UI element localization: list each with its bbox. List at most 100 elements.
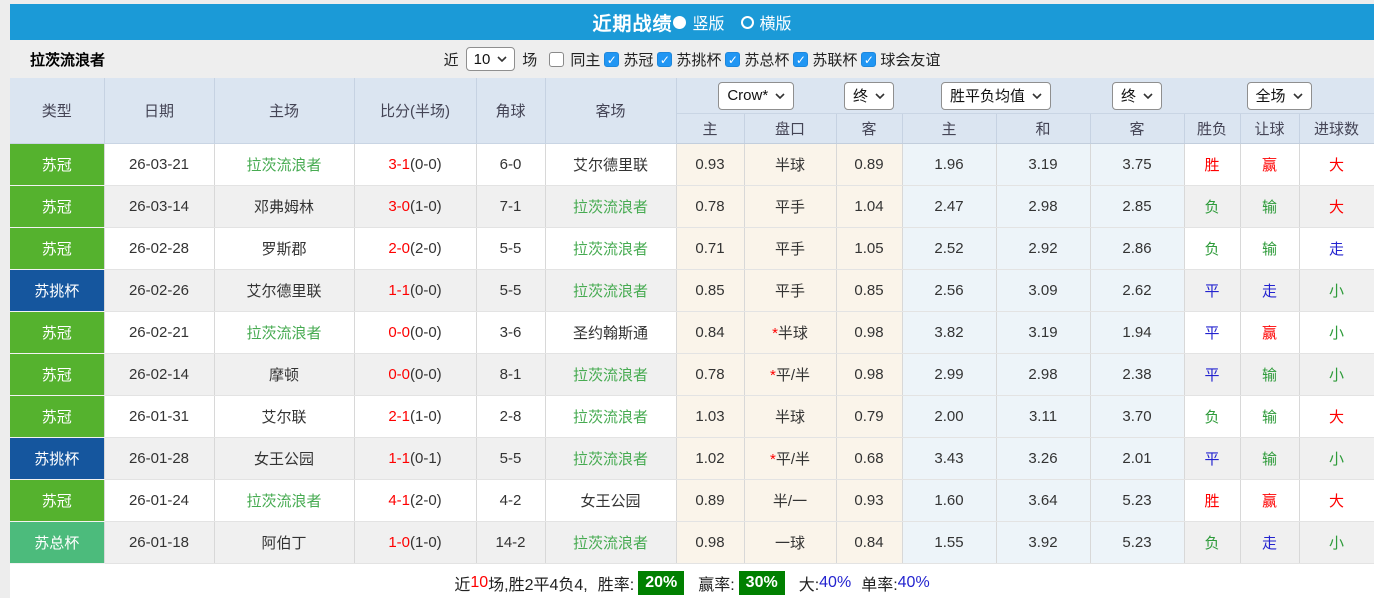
away-team: 拉茨流浪者	[545, 186, 676, 228]
same-home-checkbox[interactable]	[549, 52, 564, 67]
win-rate-label: 胜率:	[598, 571, 634, 595]
eu-away-odds: 2.01	[1090, 438, 1184, 480]
comp-checkbox-3[interactable]: ✓	[793, 52, 808, 67]
ah-line-cell: 半球	[744, 396, 836, 438]
goals-flag: 大	[1299, 480, 1374, 522]
comp-label-0: 苏冠	[623, 49, 653, 70]
ah-line: 平手	[775, 283, 805, 300]
eu-away-odds: 3.75	[1090, 144, 1184, 186]
score-half: (0-1)	[410, 450, 442, 467]
match-type-badge: 苏冠	[10, 144, 104, 186]
horizontal-layout-radio[interactable]	[741, 16, 754, 29]
comp-checkbox-2[interactable]: ✓	[725, 52, 740, 67]
home-team: 阿伯丁	[214, 522, 354, 564]
goals-flag: 走	[1299, 228, 1374, 270]
ah-line: 半/一	[773, 493, 807, 510]
score-half: (2-0)	[410, 492, 442, 509]
subcol-result: 胜负	[1184, 114, 1240, 144]
home-team: 艾尔联	[214, 396, 354, 438]
match-date: 26-02-14	[104, 354, 214, 396]
handicap-time-select[interactable]: 终	[844, 82, 894, 110]
ah-line-cell: 平手	[744, 186, 836, 228]
home-team: 摩顿	[214, 354, 354, 396]
eu-home-odds: 1.55	[902, 522, 996, 564]
table-row: 苏挑杯 26-02-26 艾尔德里联 1-1(0-0) 5-5 拉茨流浪者 0.…	[10, 270, 1374, 312]
scope-select[interactable]: 全场	[1247, 82, 1312, 110]
score-full: 3-0	[388, 198, 410, 215]
goals-flag: 小	[1299, 438, 1374, 480]
home-team: 艾尔德里联	[214, 270, 354, 312]
ah-away-odds: 0.68	[836, 438, 902, 480]
goals-flag: 大	[1299, 186, 1374, 228]
match-date: 26-01-31	[104, 396, 214, 438]
comp-label-4: 球会友谊	[880, 49, 940, 70]
ah-line: 半球	[775, 409, 805, 426]
handicap-flag: 输	[1240, 438, 1299, 480]
ah-home-odds: 0.78	[676, 186, 744, 228]
match-type-badge: 苏冠	[10, 228, 104, 270]
comp-checkbox-4[interactable]: ✓	[861, 52, 876, 67]
match-date: 26-03-21	[104, 144, 214, 186]
eu-draw-odds: 2.98	[996, 186, 1090, 228]
same-home-label: 同主	[570, 49, 600, 70]
eu-draw-odds: 3.26	[996, 438, 1090, 480]
ah-line: 一球	[775, 535, 805, 552]
corners: 2-8	[476, 396, 545, 438]
match-count-select[interactable]: 10	[466, 47, 516, 71]
score-full: 0-0	[388, 366, 410, 383]
eu-draw-odds: 3.09	[996, 270, 1090, 312]
score-full: 1-1	[388, 450, 410, 467]
euro-odds-type-select[interactable]: 胜平负均值	[941, 82, 1051, 110]
away-team: 拉茨流浪者	[545, 522, 676, 564]
score-cell: 3-0(1-0)	[354, 186, 476, 228]
results-table: 类型 日期 主场 比分(半场) 角球 客场 Crow* 终	[10, 78, 1374, 564]
ah-home-odds: 0.71	[676, 228, 744, 270]
subcol-goals: 进球数	[1299, 114, 1374, 144]
comp-label-1: 苏挑杯	[676, 49, 721, 70]
comp-checkbox-0[interactable]: ✓	[604, 52, 619, 67]
score-half: (0-0)	[410, 324, 442, 341]
corners: 5-5	[476, 438, 545, 480]
score-full: 2-1	[388, 408, 410, 425]
vertical-layout-radio[interactable]	[673, 16, 686, 29]
col-header-away: 客场	[545, 78, 676, 144]
score-cell: 1-1(0-1)	[354, 438, 476, 480]
table-row: 苏冠 26-01-24 拉茨流浪者 4-1(2-0) 4-2 女王公园 0.89…	[10, 480, 1374, 522]
chevron-down-icon	[1293, 93, 1303, 99]
table-row: 苏冠 26-02-21 拉茨流浪者 0-0(0-0) 3-6 圣约翰斯通 0.8…	[10, 312, 1374, 354]
col-header-date: 日期	[104, 78, 214, 144]
score-half: (0-0)	[410, 156, 442, 173]
horizontal-layout-label[interactable]: 横版	[760, 10, 792, 34]
col-header-score: 比分(半场)	[354, 78, 476, 144]
euro-time-select[interactable]: 终	[1112, 82, 1162, 110]
big-rate-value: 40%	[819, 574, 851, 592]
eu-draw-odds: 3.11	[996, 396, 1090, 438]
ah-line: 平手	[775, 241, 805, 258]
goals-flag: 小	[1299, 354, 1374, 396]
score-full: 3-1	[388, 156, 410, 173]
ah-line-cell: *半球	[744, 312, 836, 354]
eu-away-odds: 2.85	[1090, 186, 1184, 228]
big-rate-label: 大:	[799, 571, 819, 595]
ah-away-odds: 0.89	[836, 144, 902, 186]
eu-away-odds: 2.38	[1090, 354, 1184, 396]
score-cell: 1-0(1-0)	[354, 522, 476, 564]
handicap-flag: 输	[1240, 354, 1299, 396]
eu-away-odds: 5.23	[1090, 480, 1184, 522]
handicap-flag: 赢	[1240, 144, 1299, 186]
bookmaker-select[interactable]: Crow*	[718, 82, 794, 110]
away-team: 拉茨流浪者	[545, 228, 676, 270]
goals-flag: 小	[1299, 522, 1374, 564]
vertical-layout-label[interactable]: 竖版	[692, 10, 724, 34]
corners: 8-1	[476, 354, 545, 396]
col-header-home: 主场	[214, 78, 354, 144]
score-cell: 0-0(0-0)	[354, 354, 476, 396]
result-flag: 负	[1184, 396, 1240, 438]
comp-checkbox-1[interactable]: ✓	[657, 52, 672, 67]
match-type-badge: 苏总杯	[10, 522, 104, 564]
ah-line-cell: 一球	[744, 522, 836, 564]
handicap-flag: 赢	[1240, 312, 1299, 354]
score-cell: 2-0(2-0)	[354, 228, 476, 270]
ah-away-odds: 0.98	[836, 312, 902, 354]
ah-line: 平/半	[776, 451, 810, 468]
